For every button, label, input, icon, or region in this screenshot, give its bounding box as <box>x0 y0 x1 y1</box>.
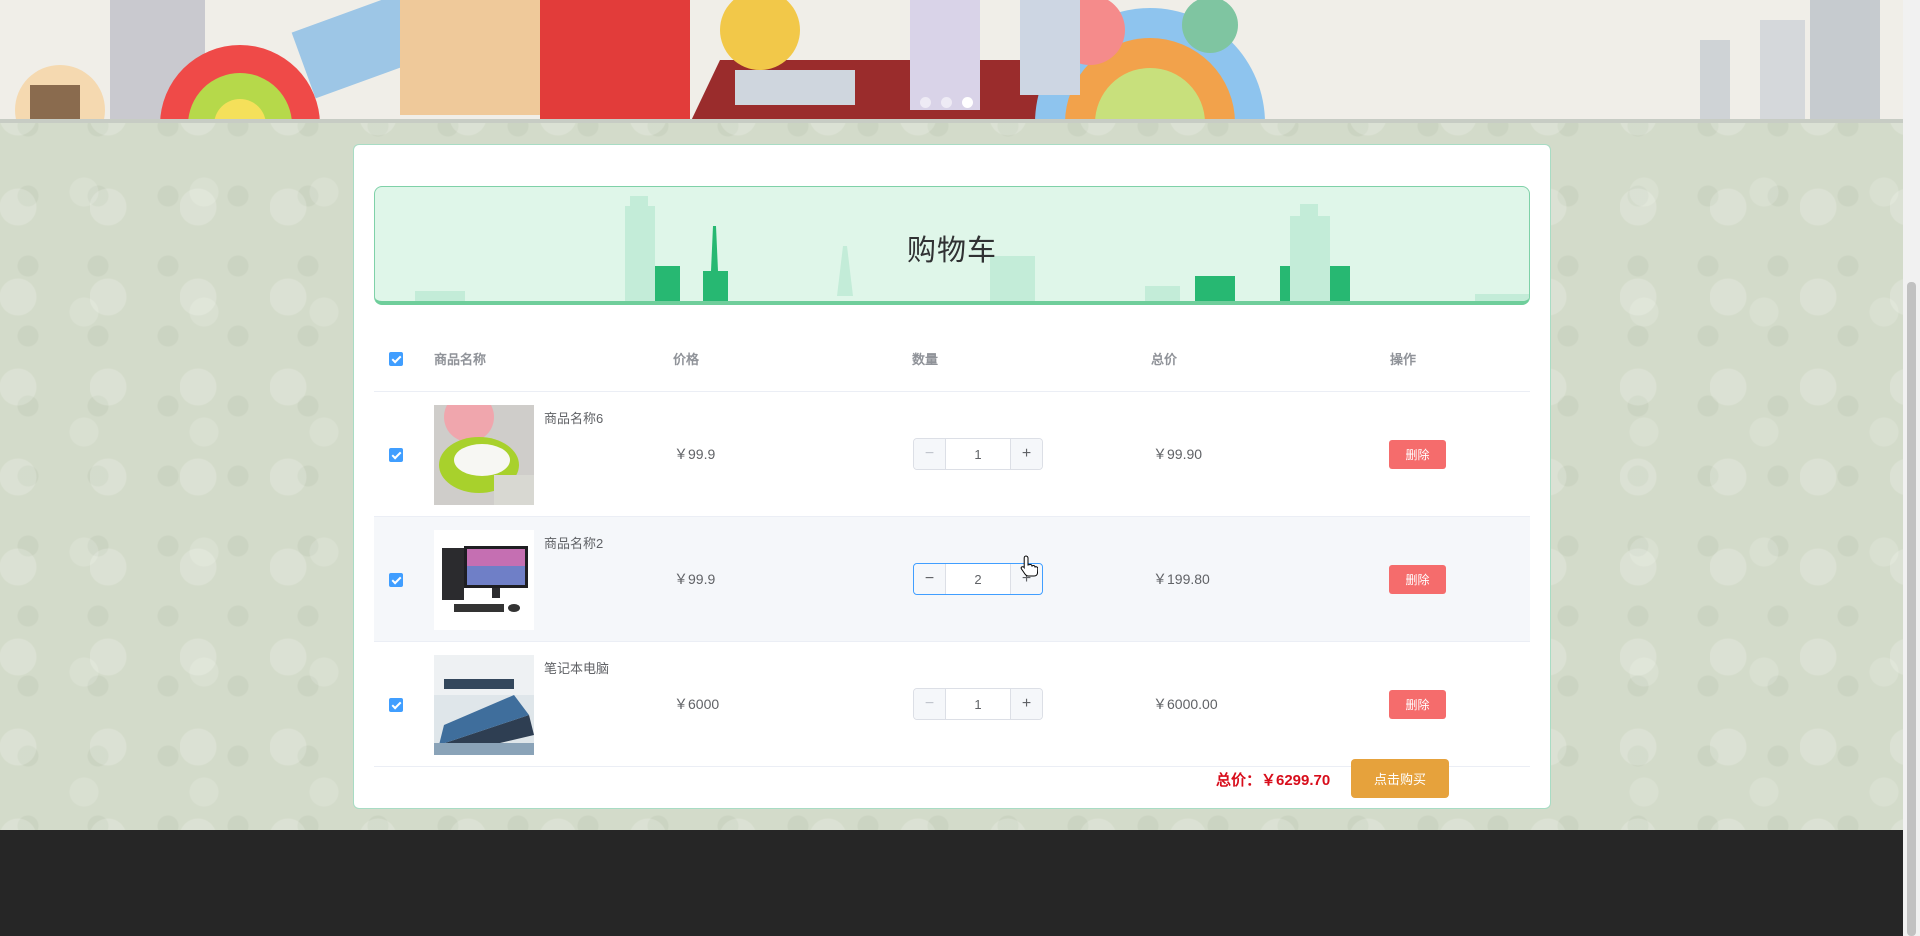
row-checkbox[interactable] <box>389 448 403 462</box>
product-name: 商品名称6 <box>544 411 604 426</box>
quantity-input[interactable] <box>946 439 1010 469</box>
column-header-name: 商品名称 <box>434 352 487 367</box>
quantity-stepper: − + <box>913 438 1043 470</box>
carousel-dot[interactable] <box>920 97 931 108</box>
row-total: ￥6000.00 <box>1153 696 1218 712</box>
quantity-input[interactable] <box>946 689 1010 719</box>
carousel-dots <box>920 97 973 108</box>
cart-summary-bar: 总价：￥6299.70 点击购买 <box>354 756 1550 798</box>
product-name: 笔记本电脑 <box>544 661 610 676</box>
table-row: 笔记本电脑 ￥6000 − + ￥6000.00 删除 <box>374 642 1530 767</box>
carousel-dot-active[interactable] <box>962 97 973 108</box>
table-row: 商品名称2 ￥99.9 − + ￥199.80 删除 <box>374 517 1530 642</box>
page-title: 购物车 <box>906 233 997 267</box>
column-header-total: 总价 <box>1151 352 1178 367</box>
quantity-input[interactable] <box>946 564 1010 594</box>
cart-header: 购物车 <box>374 186 1530 305</box>
minus-icon[interactable]: − <box>914 564 946 594</box>
product-image <box>434 655 534 755</box>
row-checkbox[interactable] <box>389 698 403 712</box>
row-total: ￥199.80 <box>1153 571 1210 587</box>
minus-icon[interactable]: − <box>914 439 946 469</box>
minus-icon[interactable]: − <box>914 689 946 719</box>
product-image <box>434 530 534 630</box>
hand-cursor-icon <box>1020 555 1038 577</box>
hero-banner <box>0 0 1903 123</box>
product-image <box>434 405 534 505</box>
page-scrollbar[interactable] <box>1903 0 1920 936</box>
delete-button[interactable]: 删除 <box>1389 440 1446 469</box>
product-price: ￥99.9 <box>674 446 716 462</box>
row-checkbox[interactable] <box>389 573 403 587</box>
select-all-checkbox[interactable] <box>389 352 403 366</box>
product-price: ￥6000 <box>674 696 720 712</box>
plus-icon[interactable]: + <box>1010 689 1042 719</box>
cart-table: 商品名称 价格 数量 总价 操作 商品名称6 ￥99.9 − 1 + ￥99.9… <box>374 328 1530 767</box>
column-header-quantity: 数量 <box>912 352 939 367</box>
table-row: 商品名称6 ￥99.9 − + ￥99.90 删除 <box>374 392 1530 517</box>
cart-total: 总价：￥6299.70 <box>1216 772 1331 789</box>
product-price: ￥99.9 <box>674 571 716 587</box>
cart-card: 购物车 商品名称 价格 数量 总价 操作 商品名称6 ￥99.9 − 1 + ￥… <box>353 144 1551 809</box>
buy-button[interactable]: 点击购买 <box>1351 759 1449 798</box>
scrollbar-thumb[interactable] <box>1907 282 1916 936</box>
table-header: 商品名称 价格 数量 总价 操作 <box>374 328 1530 392</box>
carousel-dot[interactable] <box>941 97 952 108</box>
column-header-action: 操作 <box>1390 352 1417 367</box>
row-total: ￥99.90 <box>1153 446 1203 462</box>
delete-button[interactable]: 删除 <box>1389 565 1446 594</box>
delete-button[interactable]: 删除 <box>1389 690 1446 719</box>
column-header-price: 价格 <box>673 352 700 367</box>
product-name: 商品名称2 <box>544 536 604 551</box>
page-footer <box>0 830 1903 936</box>
plus-icon[interactable]: + <box>1010 439 1042 469</box>
quantity-stepper: − + <box>913 688 1043 720</box>
